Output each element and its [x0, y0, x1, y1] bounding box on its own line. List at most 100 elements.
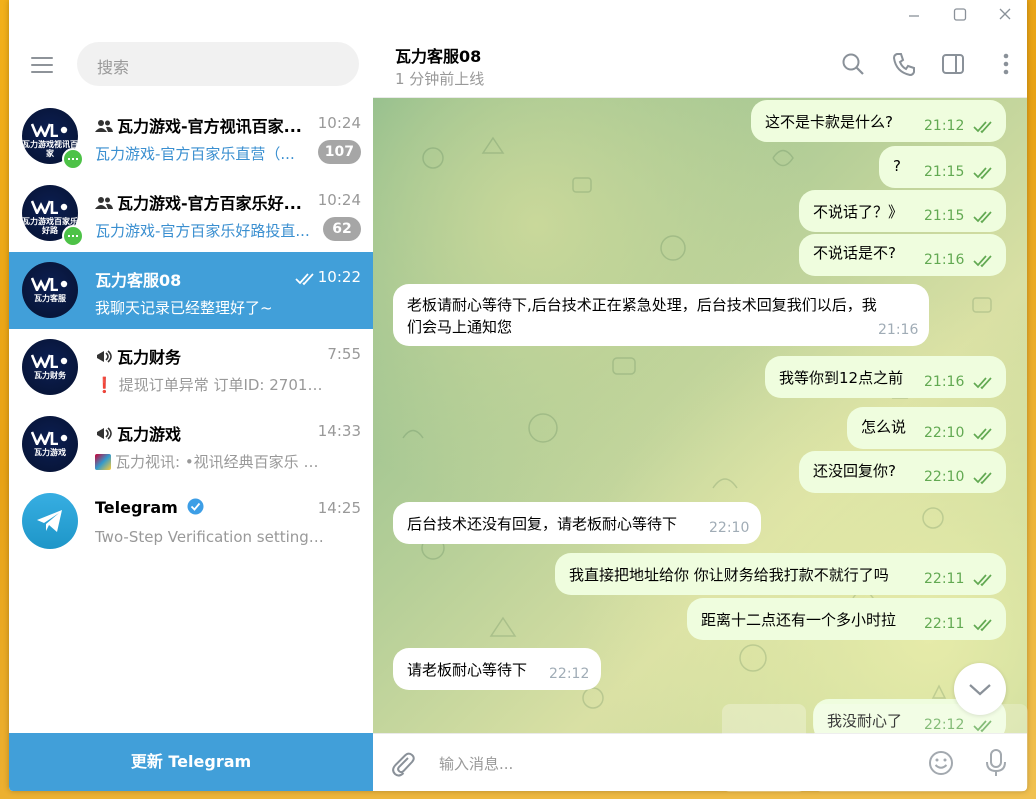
message-list[interactable]: 这不是卡款是什么? 21:12 ? 21:15 不说话了？》 21:15 不说话… — [373, 98, 1027, 733]
message-time: 22:11 — [924, 571, 965, 587]
outgoing-message[interactable]: 这不是卡款是什么? 21:12 — [751, 100, 1006, 142]
message-time: 22:10 — [709, 520, 750, 536]
chat-preview: 瓦力视讯: •视讯经典百家乐 •视... — [95, 451, 325, 472]
incoming-message[interactable]: 老板请耐心等待下,后台技术正在紧急处理，后台技术回复我们以后，我 们会马上通知您… — [393, 284, 929, 346]
emoji-icon[interactable] — [927, 749, 955, 777]
exclamation-icon: ❗ — [95, 376, 114, 394]
outgoing-message[interactable]: 怎么说 22:10 — [847, 407, 1006, 449]
chat-list-item[interactable]: 瓦力游戏视讯百家 瓦力游戏-官方视讯百家... 10:24 瓦力游戏-官方百家乐… — [9, 98, 373, 175]
microphone-icon[interactable] — [982, 748, 1010, 778]
message-time: 21:16 — [878, 322, 919, 338]
chat-list-item-active[interactable]: 瓦力客服 瓦力客服08 10:22 我聊天记录已经整理好了~ — [9, 252, 373, 329]
message-time: 22:12 — [549, 666, 590, 682]
thumbnail-icon — [95, 454, 111, 470]
chat-name: 瓦力财务 — [95, 344, 307, 368]
telegram-logo-icon — [22, 493, 78, 549]
chat-preview: 我聊天记录已经整理好了~ — [95, 299, 273, 317]
read-check-icon — [973, 211, 992, 224]
chat-status: 1 分钟前上线 — [395, 70, 485, 88]
read-check-icon — [973, 574, 992, 587]
chat-name: 瓦力游戏 — [95, 421, 307, 445]
message-composer: 输入消息... — [373, 733, 1027, 791]
avatar: 瓦力游戏 — [22, 416, 78, 472]
read-check-icon — [973, 472, 992, 485]
more-icon[interactable] — [993, 51, 1019, 77]
message-time: 21:16 — [924, 252, 965, 268]
read-check-icon — [973, 121, 992, 134]
outgoing-message[interactable]: 不说话了？》 21:15 — [799, 190, 1006, 232]
message-time: 22:12 — [924, 717, 965, 733]
chat-preview: 瓦力游戏-官方百家乐直营（... — [95, 145, 295, 163]
chat-name: 瓦力游戏-官方百家乐好... — [95, 190, 307, 214]
avatar: 瓦力财务 — [22, 339, 78, 395]
chat-list-item[interactable]: 瓦力财务 瓦力财务 7:55 ❗提现订单异常 订单ID: 27013965... — [9, 329, 373, 406]
message-time: 22:10 — [924, 425, 965, 441]
message-time: 21:15 — [924, 164, 965, 180]
minimize-icon[interactable] — [899, 4, 929, 28]
telegram-window: 搜索 瓦力游戏视讯百家 瓦力游戏-官方视讯百家... 10:24 瓦力游戏-官方… — [9, 0, 1027, 791]
message-time: 21:15 — [924, 208, 965, 224]
online-indicator — [62, 225, 84, 247]
chat-time: 10:24 — [317, 191, 361, 209]
chat-time: 7:55 — [327, 345, 361, 363]
read-check-icon — [973, 720, 992, 733]
channel-icon — [97, 427, 112, 440]
group-icon — [95, 197, 113, 209]
chat-time: 10:22 — [317, 268, 361, 286]
chevron-down-icon — [969, 684, 991, 696]
chat-list-item[interactable]: 瓦力游戏百家乐好路 瓦力游戏-官方百家乐好... 10:24 瓦力游戏-官方百家… — [9, 175, 373, 252]
verified-icon — [187, 498, 204, 515]
read-check-icon — [973, 167, 992, 180]
chat-list-item[interactable]: Telegram 14:25 Two-Step Verification set… — [9, 483, 373, 560]
scroll-to-bottom-button[interactable] — [954, 663, 1006, 715]
read-check-icon — [295, 273, 314, 286]
message-time: 22:11 — [924, 616, 965, 632]
read-check-icon — [973, 619, 992, 632]
outgoing-message[interactable]: 距离十二点还有一个多小时拉 22:11 — [687, 598, 1006, 640]
outgoing-message[interactable]: 我等你到12点之前 21:16 — [765, 356, 1006, 398]
title-bar — [9, 0, 1027, 31]
group-icon — [95, 120, 113, 132]
chat-name: 瓦力客服08 — [95, 271, 182, 290]
read-check-icon — [973, 255, 992, 268]
phone-icon[interactable] — [891, 51, 917, 77]
outgoing-message[interactable]: ? 21:15 — [879, 146, 1006, 188]
chat-title[interactable]: 瓦力客服08 — [395, 43, 481, 67]
update-telegram-button[interactable]: 更新 Telegram — [9, 733, 373, 791]
outgoing-message[interactable]: 还没回复你? 22:10 — [799, 451, 1006, 493]
outgoing-message[interactable]: 不说话是不? 21:16 — [799, 234, 1006, 276]
attach-icon[interactable] — [389, 750, 417, 778]
chat-list-item[interactable]: 瓦力游戏 瓦力游戏 14:33 瓦力视讯: •视讯经典百家乐 •视... — [9, 406, 373, 483]
online-indicator — [62, 148, 84, 170]
outgoing-message[interactable]: 我直接把地址给你 你让财务给我打款不就行了吗 22:11 — [555, 553, 1006, 595]
message-time: 22:10 — [924, 469, 965, 485]
chat-time: 14:33 — [317, 422, 361, 440]
read-check-icon — [973, 428, 992, 441]
maximize-icon[interactable] — [945, 4, 975, 28]
unread-badge: 62 — [323, 217, 361, 241]
incoming-message[interactable]: 请老板耐心等待下 22:12 — [393, 648, 601, 690]
search-icon[interactable] — [840, 51, 866, 77]
read-check-icon — [973, 377, 992, 390]
incoming-message[interactable]: 后台技术还没有回复，请老板耐心等待下 22:10 — [393, 502, 761, 544]
close-icon[interactable] — [990, 4, 1020, 28]
message-time: 21:16 — [924, 374, 965, 390]
chat-name: Telegram — [95, 498, 307, 517]
chat-header: 瓦力客服08 1 分钟前上线 — [373, 31, 1027, 98]
message-input[interactable]: 输入消息... — [439, 753, 513, 774]
chat-preview: 瓦力游戏-官方百家乐好路投直... — [95, 222, 310, 240]
menu-icon[interactable] — [29, 55, 55, 75]
chat-panel: 瓦力客服08 1 分钟前上线 这不是卡款是什么? 21:12 ? 21:15 不… — [373, 31, 1027, 791]
chat-list-sidebar: 搜索 瓦力游戏视讯百家 瓦力游戏-官方视讯百家... 10:24 瓦力游戏-官方… — [9, 31, 373, 791]
chat-preview: Two-Step Verification settings cha... — [95, 528, 325, 546]
channel-icon — [97, 350, 112, 363]
search-input[interactable]: 搜索 — [77, 42, 359, 86]
chat-time: 10:24 — [317, 114, 361, 132]
chat-name: 瓦力游戏-官方视讯百家... — [95, 113, 307, 137]
chat-preview: ❗提现订单异常 订单ID: 27013965... — [95, 376, 325, 394]
chat-time: 14:25 — [317, 499, 361, 517]
unread-badge: 107 — [317, 140, 361, 164]
sidebar-toggle-icon[interactable] — [940, 51, 966, 77]
search-placeholder: 搜索 — [97, 58, 130, 77]
message-time: 21:12 — [924, 118, 965, 134]
